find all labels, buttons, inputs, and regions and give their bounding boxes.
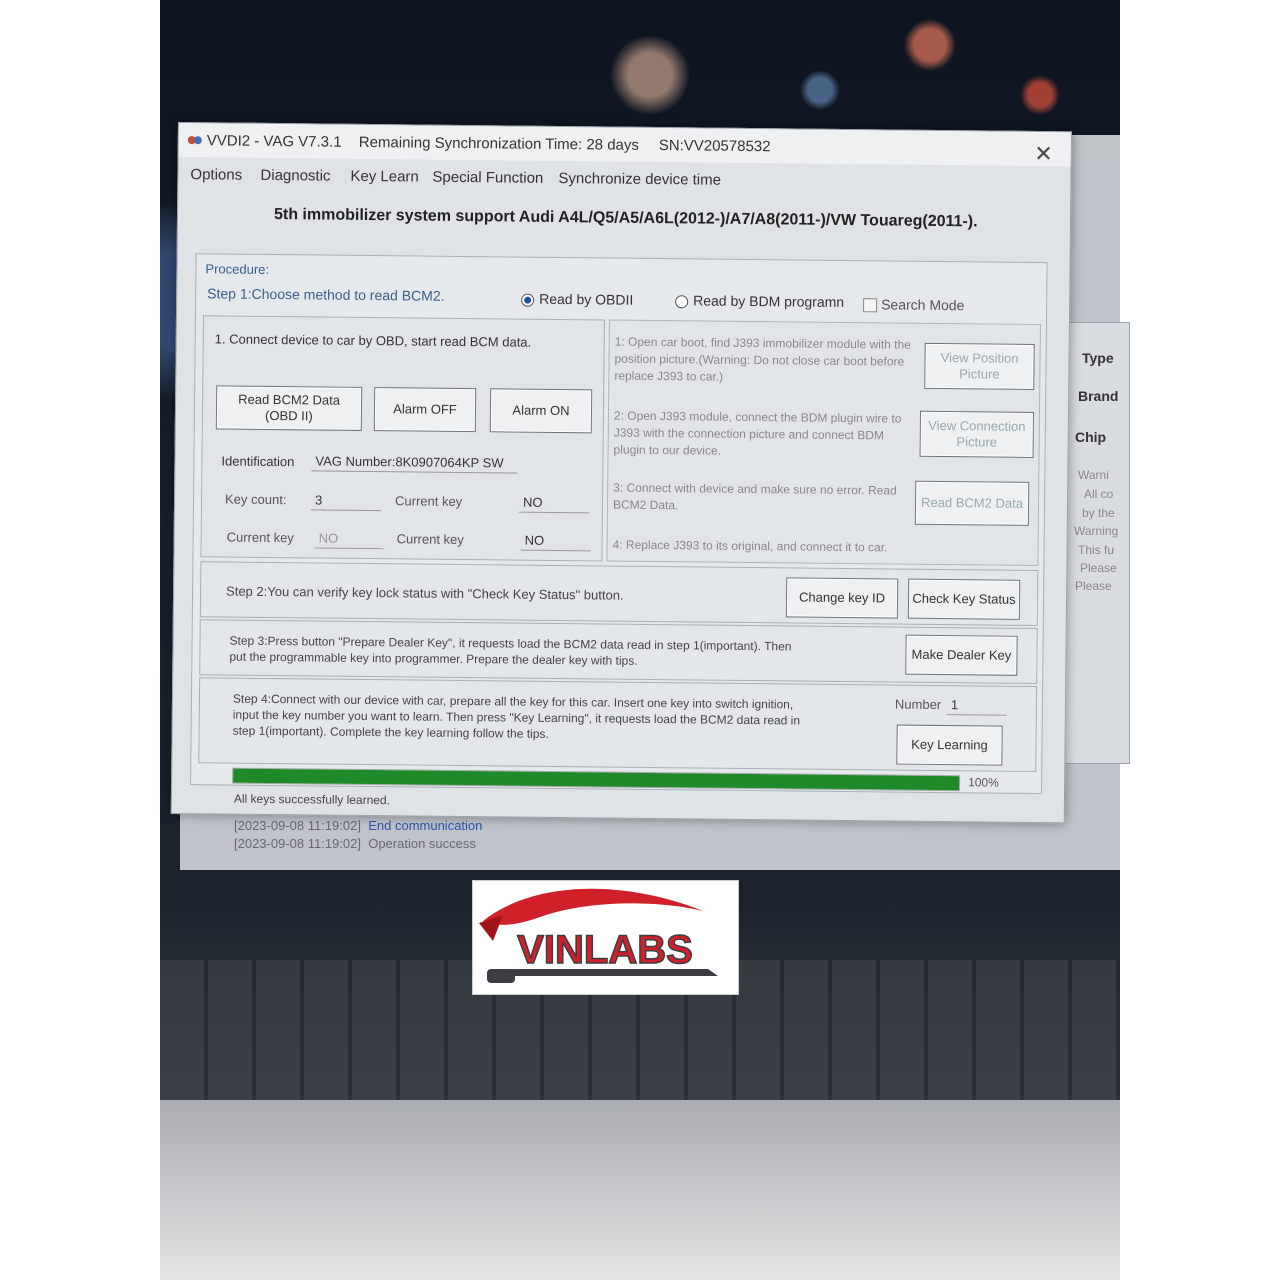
read-bcm2-obd-line1: Read BCM2 Data	[238, 391, 341, 408]
laptop-bezel	[160, 1100, 1120, 1280]
side-warn-4: Warning	[1074, 524, 1119, 538]
side-warn-3: by the	[1082, 506, 1115, 520]
bdm-step4: 4: Replace J393 to its original, and con…	[612, 537, 888, 555]
check-key-status-button[interactable]: Check Key Status	[907, 578, 1021, 620]
bdm-step2: 2: Open J393 module, connect the BDM plu…	[613, 408, 902, 458]
make-dealer-key-button[interactable]: Make Dealer Key	[905, 634, 1018, 676]
menu-key-learn[interactable]: Key Learn	[350, 168, 419, 186]
logo-text: VINLABS	[517, 928, 693, 972]
side-warn-2: All co	[1084, 487, 1114, 501]
current-key-field: NO	[520, 530, 591, 552]
read-bcm2-bdm-button[interactable]: Read BCM2 Data	[914, 480, 1030, 526]
alarm-off-button[interactable]: Alarm OFF	[373, 387, 477, 433]
side-brand-label: Brand	[1078, 388, 1119, 404]
bdm-step3: 3: Connect with device and make sure no …	[612, 480, 897, 513]
key-learning-button[interactable]: Key Learning	[896, 724, 1003, 766]
read-bcm2-obd-button[interactable]: Read BCM2 Data (OBD II)	[215, 385, 363, 431]
radio-read-bdm[interactable]	[675, 295, 689, 309]
close-icon[interactable]: ✕	[1034, 141, 1053, 167]
number-field[interactable]: 1	[946, 695, 1008, 716]
side-type-label: Type	[1082, 350, 1114, 366]
progress-percent: 100%	[968, 775, 999, 790]
identification-label: Identification	[221, 453, 295, 470]
alarm-on-button[interactable]: Alarm ON	[489, 388, 593, 434]
view-position-button[interactable]: View Position Picture	[924, 342, 1035, 390]
menu-bar: Options Diagnostic Key Learn Special Fun…	[178, 161, 1070, 194]
radio-read-bdm-label: Read by BDM programn	[693, 292, 845, 310]
step1-label: Step 1:Choose method to read BCM2.	[207, 285, 445, 304]
change-key-id-button[interactable]: Change key ID	[785, 577, 899, 619]
bdm-step1: 1: Open car boot, find J393 immobilizer …	[614, 334, 911, 384]
key-count-field: 3	[310, 490, 382, 512]
obd-panel	[200, 315, 605, 562]
view-connection-button[interactable]: View Connection Picture	[919, 410, 1035, 458]
key-count-label: Key count:	[224, 491, 287, 508]
serial-number: SN:VV20578532	[658, 137, 771, 156]
app-window: VVDI2 - VAG V7.3.1 Remaining Synchroniza…	[170, 122, 1072, 824]
number-label: Number	[894, 696, 942, 713]
current-key-field: NO	[314, 528, 385, 550]
log-line: [2023-09-08 11:19:02] Operation success	[234, 836, 476, 851]
read-bcm2-obd-line2: (OBD II)	[265, 407, 313, 424]
page-title: 5th immobilizer system support Audi A4L/…	[273, 206, 978, 231]
search-mode-label: Search Mode	[881, 296, 965, 314]
title-bar: VVDI2 - VAG V7.3.1 Remaining Synchroniza…	[178, 123, 1071, 167]
sync-time: Remaining Synchronization Time: 28 days	[358, 133, 640, 154]
search-mode-checkbox[interactable]	[863, 298, 878, 313]
current-key-label: Current key	[396, 531, 464, 548]
vinlabs-logo-graphic: VINLABS	[479, 888, 718, 983]
side-warn-6: Please	[1080, 561, 1117, 575]
menu-options[interactable]: Options	[190, 166, 242, 184]
log-line: [2023-09-08 11:19:02] End communication	[234, 818, 483, 833]
side-chip-label: Chip	[1075, 429, 1107, 445]
procedure-label: Procedure:	[205, 261, 270, 277]
current-key-label: Current key	[226, 529, 294, 546]
menu-diagnostic[interactable]: Diagnostic	[260, 167, 330, 185]
identification-field: VAG Number:8K0907064KP SW	[311, 451, 518, 474]
window-title: VVDI2 - VAG V7.3.1	[206, 132, 342, 151]
side-warn-7: Please	[1075, 579, 1112, 593]
app-icon	[187, 136, 202, 145]
menu-special-function[interactable]: Special Function	[432, 169, 543, 187]
radio-read-obd[interactable]	[521, 293, 535, 307]
vinlabs-logo: VINLABS	[472, 880, 739, 995]
menu-synchronize[interactable]: Synchronize device time	[558, 170, 721, 189]
current-key-label: Current key	[394, 493, 463, 509]
current-key-field: NO	[518, 492, 590, 514]
side-warn-5: This fu	[1078, 543, 1115, 557]
side-warn-1: Warni	[1078, 468, 1109, 482]
status-text: All keys successfully learned.	[233, 791, 391, 808]
radio-read-obd-label: Read by OBDII	[539, 290, 634, 308]
